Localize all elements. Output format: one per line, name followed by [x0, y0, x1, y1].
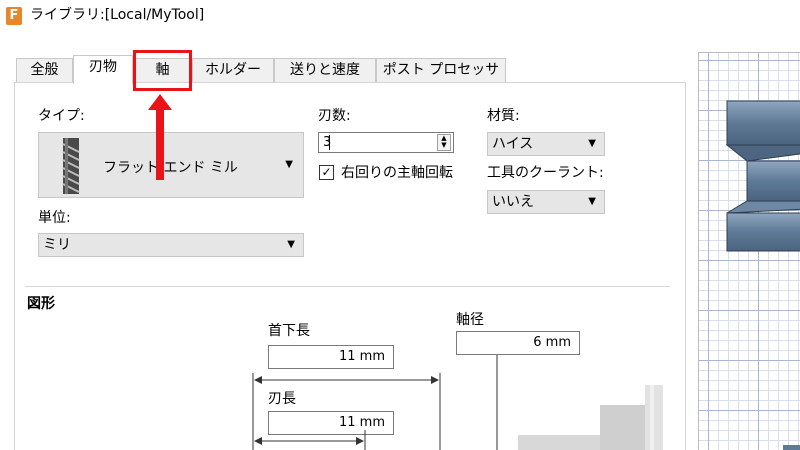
chevron-down-icon: ▼ — [287, 239, 295, 250]
tool-preview-pane[interactable] — [698, 52, 800, 450]
shaft-diameter-field[interactable]: 6 mm — [456, 331, 580, 355]
material-value: ハイス — [492, 136, 534, 152]
tab-holder[interactable]: ホルダー — [192, 58, 274, 83]
tab-feed-speed[interactable]: 送りと速度 — [274, 58, 376, 83]
tab-post-processor[interactable]: ポスト プロセッサ — [376, 58, 506, 83]
coolant-value: いいえ — [492, 194, 534, 210]
stepper-arrows-icon[interactable]: ▲ ▼ — [437, 134, 451, 151]
unit-label: 単位: — [38, 210, 71, 226]
chevron-down-icon: ▼ — [588, 138, 596, 149]
text-cursor — [329, 135, 330, 150]
title-bar: F ライブラリ:[Local/MyTool] — [0, 0, 800, 32]
body-length-label: 首下長 — [268, 323, 310, 339]
flutes-label: 刃数: — [318, 108, 351, 124]
coolant-label: 工具のクーラント: — [487, 165, 604, 181]
arrow-up-icon — [148, 94, 172, 180]
flat-end-mill-icon — [62, 138, 80, 194]
material-dropdown[interactable]: ハイス ▼ — [487, 132, 605, 156]
chevron-down-icon: ▼ — [285, 159, 293, 170]
tool-dimension-drawing — [252, 355, 663, 450]
app-logo-icon: F — [6, 7, 22, 25]
tab-cutter[interactable]: 刃物 — [73, 55, 133, 84]
material-label: 材質: — [487, 108, 520, 124]
type-label: タイプ: — [38, 108, 85, 124]
flutes-value: 3 — [323, 135, 332, 150]
tool-3d-preview — [725, 100, 800, 450]
unit-value: ミリ — [43, 237, 71, 253]
coolant-dropdown[interactable]: いいえ ▼ — [487, 190, 605, 214]
chevron-down-icon: ▼ — [588, 196, 596, 207]
tab-general[interactable]: 全般 — [16, 58, 73, 83]
flutes-stepper[interactable]: 3 ▲ ▼ — [318, 132, 454, 153]
shaft-diameter-label: 軸径 — [456, 312, 484, 328]
shaft-tab-highlight — [133, 50, 192, 91]
window-title: ライブラリ:[Local/MyTool] — [30, 7, 205, 23]
section-divider — [25, 286, 670, 287]
spindle-checkbox[interactable]: ✓ — [319, 165, 334, 180]
geometry-section-title: 図形 — [27, 296, 55, 312]
unit-dropdown[interactable]: ミリ ▼ — [38, 233, 304, 257]
spindle-label: 右回りの主軸回転 — [341, 165, 453, 181]
